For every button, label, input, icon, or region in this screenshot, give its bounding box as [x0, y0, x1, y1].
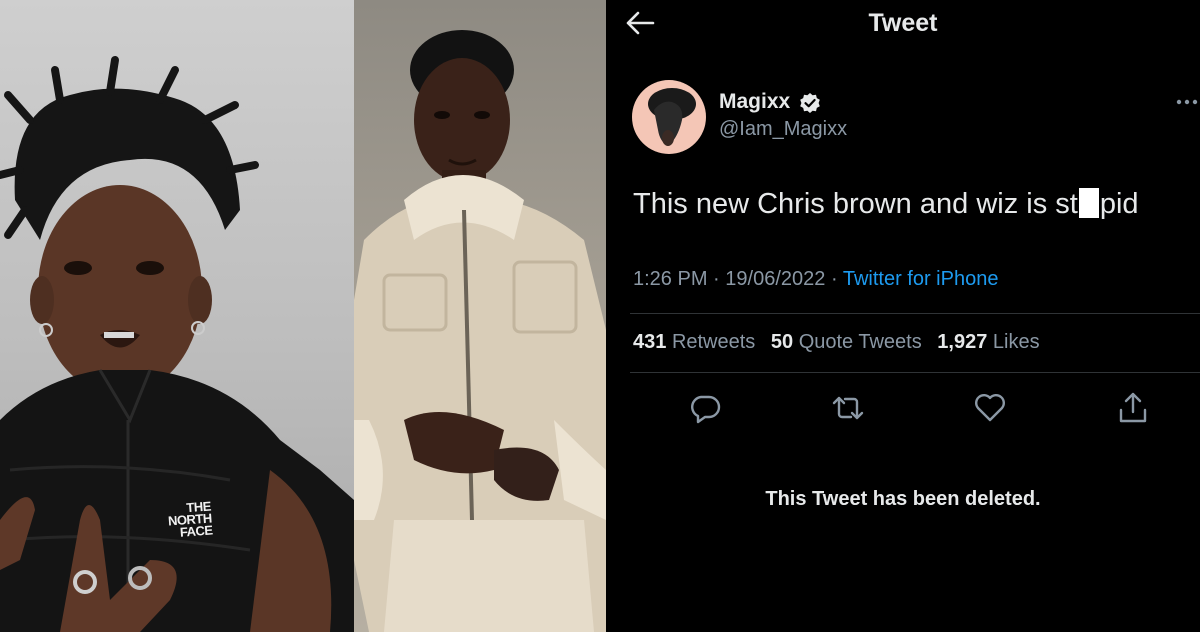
likes-count: 1,927 — [937, 331, 988, 353]
meta-separator: · — [830, 268, 838, 290]
photo-middle-person — [354, 0, 606, 632]
quotes-label: Quote Tweets — [798, 331, 922, 353]
like-icon[interactable] — [972, 390, 1008, 426]
tweet-text-start: This new Chris brown and wiz is st — [633, 188, 1078, 220]
photo-middle-illustration — [354, 30, 606, 632]
tweet-meta: 1:26 PM · 19/06/2022 · Twitter for iPhon… — [633, 268, 998, 291]
tweet-time[interactable]: 1:26 PM — [633, 268, 707, 290]
likes-stat[interactable]: 1,927 Likes — [937, 331, 1039, 353]
quote-tweets-stat[interactable]: 50 Quote Tweets — [771, 331, 922, 353]
author-display-name[interactable]: Magixx — [719, 90, 790, 114]
deleted-notice: This Tweet has been deleted. — [765, 488, 1041, 510]
tweet-panel: Tweet Magixx @Iam_Magixx This new Chris … — [606, 0, 1200, 632]
photo-left-person: THE NORTH FACE — [0, 0, 354, 632]
share-icon[interactable] — [1115, 390, 1151, 426]
more-icon[interactable] — [1176, 96, 1198, 108]
top-bar: Tweet — [606, 0, 1200, 48]
retweets-label: Retweets — [671, 331, 756, 353]
retweets-count: 431 — [633, 331, 667, 353]
divider — [630, 372, 1200, 373]
retweet-icon[interactable] — [830, 390, 866, 426]
verified-badge-icon — [800, 93, 820, 113]
tweet-text: This new Chris brown and wiz is st pid — [633, 188, 1139, 221]
reply-icon[interactable] — [687, 390, 723, 426]
author-handle[interactable]: @Iam_Magixx — [719, 118, 847, 141]
divider — [630, 313, 1200, 314]
page-title: Tweet — [868, 9, 938, 37]
avatar[interactable] — [632, 80, 706, 154]
retweets-stat[interactable]: 431 Retweets — [633, 331, 755, 353]
tweet-source-link[interactable]: Twitter for iPhone — [843, 268, 999, 290]
tweet-text-end: pid — [1099, 188, 1139, 220]
quotes-count: 50 — [770, 331, 794, 353]
censor-block — [1078, 188, 1099, 218]
vest-brand-logo: THE NORTH FACE — [167, 498, 213, 540]
meta-separator: · — [713, 268, 720, 290]
tweet-date[interactable]: 19/06/2022 — [725, 268, 825, 290]
avatar-image — [648, 88, 696, 146]
tweet-stats: 431 Retweets 50 Quote Tweets 1,927 Likes — [633, 331, 1050, 354]
likes-label: Likes — [992, 331, 1040, 353]
